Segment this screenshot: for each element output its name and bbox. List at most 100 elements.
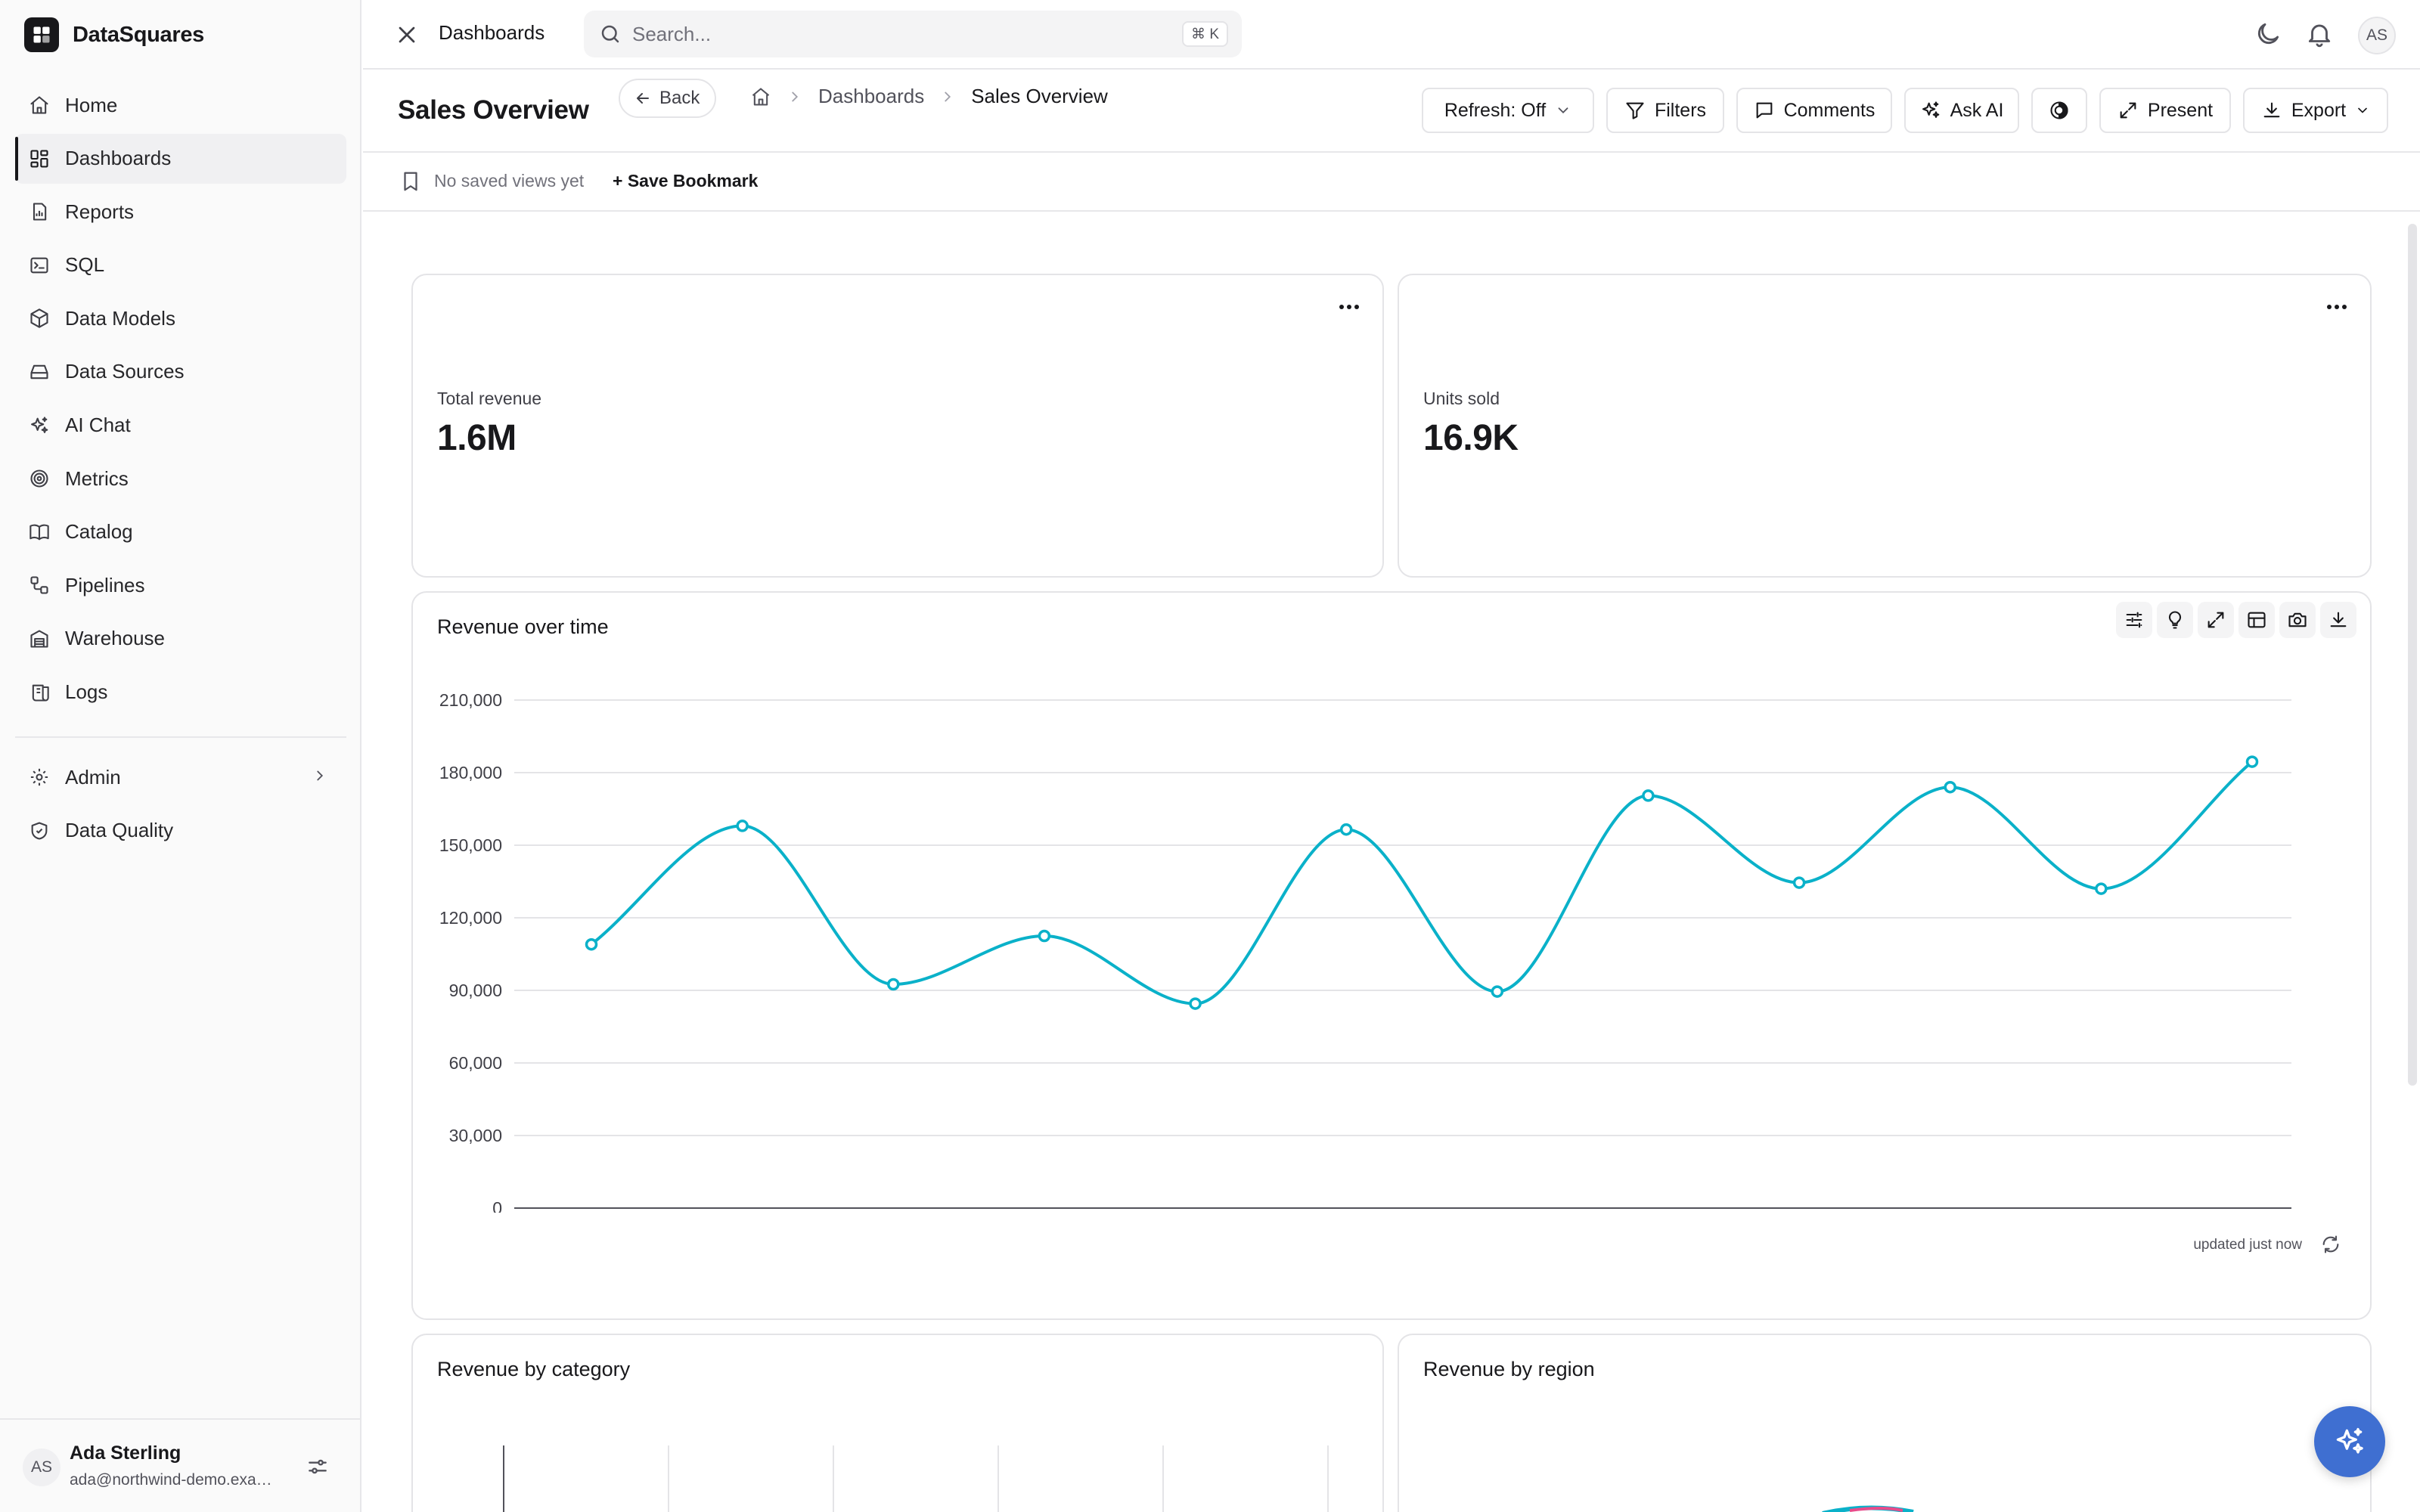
app-name: DataSquares [73, 22, 204, 47]
no-bookmarks-text: No saved views yet [434, 171, 585, 191]
present-label: Present [2147, 99, 2214, 121]
data-point[interactable] [1792, 876, 1806, 889]
data-point[interactable] [1189, 997, 1202, 1010]
sidebar-item-label: Pipelines [65, 573, 145, 596]
sidebar-nav: Home Dashboards Reports SQL Data Models … [15, 80, 346, 720]
scrollbar[interactable] [2408, 224, 2417, 1086]
sidebar-item-label: Warehouse [65, 627, 165, 650]
refresh-dropdown[interactable]: Refresh: Off [1422, 88, 1594, 133]
filters-button[interactable]: Filters [1606, 88, 1724, 133]
sidebar-item-dashboards[interactable]: Dashboards [15, 133, 346, 184]
sidebar-item-label: Data Sources [65, 360, 185, 383]
export-label: Export [2291, 99, 2347, 121]
search-input[interactable] [632, 18, 1101, 50]
export-dropdown[interactable]: Export [2243, 88, 2388, 133]
data-point[interactable] [1642, 789, 1655, 802]
chevron-down-icon [2358, 107, 2367, 113]
data-point[interactable] [887, 978, 900, 991]
sparkles-icon [1922, 101, 1939, 118]
data-point[interactable] [1491, 985, 1504, 998]
data-point[interactable] [2245, 755, 2259, 768]
revenue-line-chart: 210,000 180,000 150,000 120,000 90,000 60,000… [439, 690, 2291, 1213]
brand[interactable]: DataSquares [24, 17, 204, 53]
moon-icon[interactable] [2254, 20, 2282, 48]
revenue-by-category-card: Revenue by category [411, 1334, 1384, 1512]
ai-assistant-fab[interactable] [2314, 1406, 2385, 1477]
kpi-value: 1.6M [437, 418, 517, 458]
avatar[interactable]: AS [2358, 17, 2396, 54]
workflow-icon [29, 575, 50, 596]
back-button[interactable]: Back [619, 79, 717, 118]
sidebar-item-admin[interactable]: Admin [15, 752, 346, 802]
more-horizontal-icon[interactable] [2322, 292, 2352, 322]
settings-sliders-icon[interactable] [306, 1455, 330, 1479]
sparkles-icon [29, 415, 50, 436]
close-icon[interactable] [393, 21, 420, 48]
search-bar[interactable]: ⌘ K [584, 11, 1242, 57]
kpi-card-total-revenue: Total revenue 1.6M [411, 274, 1384, 578]
chevron-down-icon [1558, 107, 1568, 114]
sidebar-item-data-models[interactable]: Data Models [15, 293, 346, 343]
data-point[interactable] [1944, 780, 1956, 794]
sidebar-item-label: Reports [65, 200, 135, 223]
comments-label: Comments [1783, 99, 1876, 121]
sidebar-item-logs[interactable]: Logs [15, 668, 346, 717]
data-point[interactable] [2095, 882, 2108, 895]
back-button-label: Back [659, 88, 700, 108]
data-point[interactable] [1038, 929, 1051, 943]
filter-icon [1626, 102, 1644, 119]
topbar-title: Dashboards [439, 21, 545, 44]
kpi-card-units-sold: Units sold 16.9K [1398, 274, 2372, 578]
y-tick-label: 90,000 [449, 981, 502, 1000]
ask-ai-button[interactable]: Ask AI [1904, 88, 2019, 133]
data-point[interactable] [585, 937, 598, 951]
datasquares-logo-icon [24, 17, 59, 52]
more-horizontal-icon[interactable] [1334, 292, 1364, 322]
sidebar-item-sql[interactable]: SQL [15, 240, 346, 290]
sidebar-divider [15, 736, 346, 738]
y-tick-label: 150,000 [439, 835, 502, 855]
sidebar-item-label: Admin [65, 765, 121, 789]
sidebar-item-catalog[interactable]: Catalog [15, 507, 346, 557]
sidebar-item-ai-chat[interactable]: AI Chat [15, 401, 346, 451]
sidebar-item-home[interactable]: Home [15, 80, 346, 130]
kpi-value: 16.9K [1423, 418, 1519, 458]
y-tick-label: 120,000 [439, 908, 502, 928]
breadcrumb-dashboards[interactable]: Dashboards [818, 85, 924, 108]
sidebar-item-data-quality[interactable]: Data Quality [15, 806, 346, 856]
data-point[interactable] [736, 820, 749, 832]
book-icon [29, 522, 50, 543]
comments-button[interactable]: Comments [1736, 88, 1892, 133]
warehouse-icon [29, 628, 50, 649]
save-bookmark-button[interactable]: + Save Bookmark [613, 171, 758, 191]
terminal-icon [29, 255, 50, 276]
updated-timestamp: updated just now [2193, 1237, 2302, 1253]
theme-contrast-button[interactable] [2031, 88, 2087, 133]
user-profile[interactable]: AS Ada Sterling ada@northwind-demo.examp… [0, 1418, 361, 1512]
y-tick-label: 60,000 [449, 1053, 502, 1073]
breadcrumb-current: Sales Overview [971, 85, 1108, 107]
present-button[interactable]: Present [2099, 88, 2231, 133]
download-icon [2263, 102, 2280, 118]
refresh-icon[interactable] [2320, 1234, 2341, 1255]
expand-icon [2120, 102, 2136, 119]
bell-icon[interactable] [2305, 20, 2334, 48]
y-tick-label: 30,000 [449, 1126, 502, 1145]
category-bar-chart [503, 1445, 1329, 1512]
home-icon[interactable] [750, 86, 771, 107]
sidebar-item-warehouse[interactable]: Warehouse [15, 614, 346, 664]
data-point[interactable] [1339, 823, 1353, 836]
gear-icon [29, 767, 50, 788]
filters-label: Filters [1654, 99, 1707, 121]
shield-check-icon [29, 820, 50, 841]
sidebar-item-label: Home [65, 93, 118, 116]
sidebar-item-pipelines[interactable]: Pipelines [15, 560, 346, 610]
dashboard-grid-icon [29, 148, 50, 169]
sidebar-item-reports[interactable]: Reports [15, 187, 346, 237]
sidebar-item-data-sources[interactable]: Data Sources [15, 347, 346, 397]
bookmark-icon [404, 172, 417, 191]
report-icon [29, 201, 50, 222]
sidebar-item-metrics[interactable]: Metrics [15, 454, 346, 503]
search-icon [601, 25, 619, 43]
y-tick-label: 0 [492, 1198, 502, 1213]
